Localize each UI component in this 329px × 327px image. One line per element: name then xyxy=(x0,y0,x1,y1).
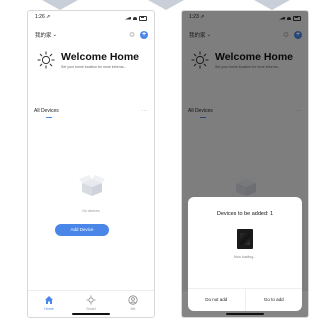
devices-found-dialog: Devices to be added: 1 Now loading... Do… xyxy=(188,197,302,311)
dialog-actions: Do not add Go to add xyxy=(188,288,302,311)
status-time: 1:26 ⇗ xyxy=(35,14,51,20)
welcome-subtitle: Set your home location for more informa.… xyxy=(61,64,127,69)
top-chevron-decoration xyxy=(42,0,78,10)
sun-icon xyxy=(37,51,55,69)
tab-home-label: Home xyxy=(44,307,54,311)
empty-box-icon xyxy=(79,175,105,196)
welcome-banner[interactable]: Welcome Home Set your home location for … xyxy=(37,49,148,71)
signal-icon xyxy=(125,16,131,20)
tab-me[interactable]: Me xyxy=(112,291,154,317)
top-chevron-decoration xyxy=(254,0,290,10)
wifi-icon xyxy=(133,16,137,20)
device-thumbnail xyxy=(237,229,253,249)
smart-icon xyxy=(86,295,96,305)
home-selector[interactable]: 我的家 ⌄ xyxy=(35,31,57,39)
more-icon[interactable]: ··· xyxy=(141,108,148,114)
do-not-add-button[interactable]: Do not add xyxy=(188,289,245,311)
add-device-button[interactable]: Add Device xyxy=(55,224,109,236)
status-icons xyxy=(125,14,147,22)
home-icon xyxy=(45,296,53,304)
battery-icon xyxy=(139,15,147,21)
home-indicator xyxy=(226,313,264,315)
go-to-add-button[interactable]: Go to add xyxy=(244,289,303,311)
tab-indicator xyxy=(46,117,52,118)
chevron-down-icon: ⌄ xyxy=(52,32,58,38)
add-button[interactable]: + xyxy=(140,31,148,39)
phone-screen-devices-found: 1:23 ⇗ 我的家 ⌄ ♲ + Welcome Home Set your h… xyxy=(181,10,309,318)
phone-screen-home-empty: 1:26 ⇗ 我的家 ⌄ ♲ + Welcome Home Set your h… xyxy=(27,10,155,318)
empty-state-text: No devices xyxy=(82,209,100,213)
me-icon xyxy=(128,295,138,305)
tab-home[interactable]: Home xyxy=(28,291,70,317)
dialog-title: Devices to be added: 1 xyxy=(216,211,274,217)
home-indicator xyxy=(72,313,110,315)
tool-icon[interactable]: ♲ xyxy=(129,32,135,39)
home-header: 我的家 ⌄ ♲ + xyxy=(35,30,148,40)
status-bar: 1:26 ⇗ xyxy=(28,11,154,22)
tab-all-devices[interactable]: All Devices xyxy=(34,108,59,114)
top-chevron-decoration xyxy=(148,0,184,10)
welcome-title: Welcome Home xyxy=(61,50,139,63)
home-name: 我的家 xyxy=(35,33,52,39)
tab-me-label: Me xyxy=(130,307,136,311)
devices-tab-row: All Devices ··· xyxy=(34,107,148,115)
tab-smart-label: Smart xyxy=(86,307,96,311)
dialog-status: Now loading... xyxy=(233,255,257,259)
